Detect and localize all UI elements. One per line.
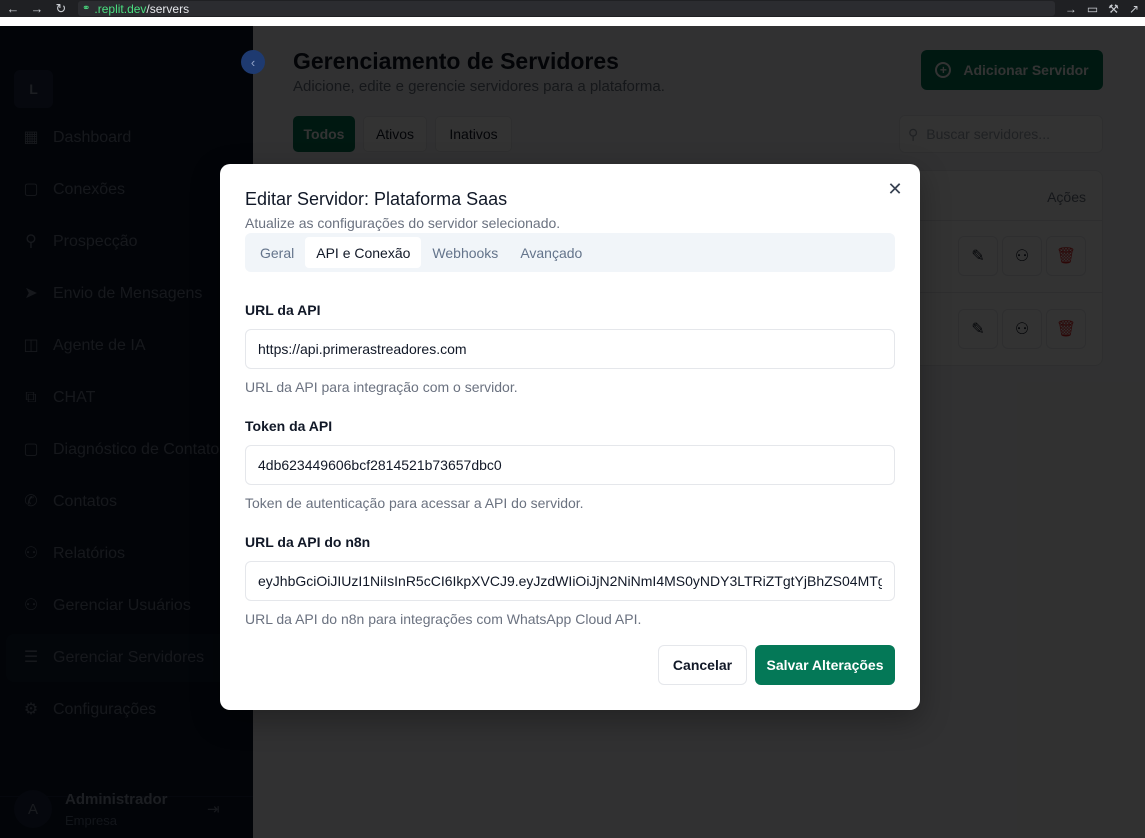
api-token-label: Token da API [245,418,333,434]
save-button[interactable]: Salvar Alterações [755,645,895,685]
n8n-url-input[interactable] [245,561,895,601]
sidebar-item-relatorios[interactable]: ⚇ Relatórios [6,530,253,578]
delete-button[interactable]: 🗑 [1046,309,1086,349]
url-domain: .replit.dev [94,1,147,16]
api-url-help: URL da API para integração com o servido… [245,379,518,395]
users-button[interactable]: ⚇ [1002,309,1042,349]
reload-icon[interactable]: ↻ [54,1,68,16]
api-token-input[interactable] [245,445,895,485]
sidebar: L ▦ Dashboard ▢ Conexões ⚲ Prospecção ➤ … [0,26,253,838]
dialog-title: Editar Servidor: Plataforma Saas [245,189,508,209]
delete-button[interactable]: 🗑 [1046,236,1086,276]
address-bar[interactable]: ⚭ .replit.dev/servers [78,1,1055,16]
tab-webhooks[interactable]: Webhooks [421,237,509,268]
sidebar-item-diagnostico-de-contatos[interactable]: ▢ Diagnóstico de Contatos [6,426,253,474]
page-title: Gerenciamento de Servidores [293,48,619,74]
sidebar-item-label: Relatórios [53,545,126,562]
n8n-url-help: URL da API do n8n para integrações com W… [245,611,642,627]
sidebar-item-chat[interactable]: ⧉ CHAT [6,374,253,422]
back-arrow-icon[interactable]: ← [6,1,20,16]
sidebar-item-gerenciar-servidores[interactable]: ☰ Gerenciar Servidores [6,634,253,682]
pencil-icon: ✎ [971,321,985,338]
wrench-icon[interactable]: ⚒ [1108,2,1119,16]
phone-icon: ✆ [24,493,38,510]
link-icon: ⚭ [82,3,91,14]
filter-todos[interactable]: Todos [293,116,355,152]
user-icon: ⚇ [23,597,39,614]
tab-geral[interactable]: Geral [249,237,305,268]
search-input[interactable]: ⚲ Buscar servidores... [899,115,1103,153]
add-server-label: Adicionar Servidor [963,62,1089,78]
logout-icon[interactable]: ⇥ [207,800,220,818]
api-token-help: Token de autenticação para acessar a API… [245,495,584,511]
sidebar-item-prospeccao[interactable]: ⚲ Prospecção [6,218,253,266]
chat-icon: ▢ [23,181,39,198]
plus-circle-icon: + [935,62,952,78]
sidebar-item-label: Envio de Mensagens [53,285,203,302]
forward-arrow-icon[interactable]: → [30,1,44,16]
sidebar-item-label: Prospecção [53,233,138,250]
send-icon: ➤ [24,285,38,302]
sidebar-item-label: Gerenciar Usuários [53,597,191,614]
user-role: Empresa [65,813,118,828]
tab-avancado[interactable]: Avançado [509,237,593,268]
search-icon: ⚲ [908,125,919,142]
dashboard-icon: ▦ [23,129,39,146]
sidebar-item-label: Dashboard [53,129,132,146]
trash-icon: 🗑 [1055,321,1077,338]
users-button[interactable]: ⚇ [1002,236,1042,276]
sidebar-item-conexoes[interactable]: ▢ Conexões [6,166,253,214]
gear-icon: ⚙ [23,701,39,718]
user-search-icon: ⚲ [25,233,37,250]
sidebar-item-dashboard[interactable]: ▦ Dashboard [6,114,253,162]
trash-icon: 🗑 [1055,248,1077,265]
sidebar-item-envio-de-mensagens[interactable]: ➤ Envio de Mensagens [6,270,253,318]
server-icon: ☰ [23,649,39,666]
sidebar-item-contatos[interactable]: ✆ Contatos [6,478,253,526]
cancel-button[interactable]: Cancelar [658,645,747,685]
sidebar-item-label: Conexões [53,181,126,198]
dialog-description: Atualize as configurações do servidor se… [245,215,561,231]
collapse-sidebar-button[interactable]: ‹ [241,50,265,74]
user-name: Administrador [65,791,168,808]
sidebar-item-label: Contatos [53,493,118,510]
page-subtitle: Adicione, edite e gerencie servidores pa… [293,78,665,95]
url-path: /servers [146,1,190,16]
edit-button[interactable]: ✎ [958,309,998,349]
bot-icon: ◫ [23,337,39,354]
pencil-icon: ✎ [971,248,985,265]
filter-inativos[interactable]: Inativos [435,116,512,152]
share-arrow-icon[interactable]: → [1065,2,1077,16]
tab-api-conexao[interactable]: API e Conexão [305,237,422,268]
sidebar-item-configuracoes[interactable]: ⚙ Configurações [6,686,253,734]
sidebar-item-label: Diagnóstico de Contatos [53,441,228,458]
edit-button[interactable]: ✎ [958,236,998,276]
sidebar-item-gerenciar-usuarios[interactable]: ⚇ Gerenciar Usuários [6,582,253,630]
users-icon: ⚇ [1014,321,1030,338]
browser-toolbar: ← → ↻ ⚭ .replit.dev/servers → ▭ ⚒ ↗ [0,0,1145,17]
monitor-icon[interactable]: ▭ [1087,2,1098,16]
sidebar-item-label: Agente de IA [53,337,146,354]
users-icon: ⚇ [1014,248,1030,265]
sidebar-item-agente-de-ia[interactable]: ◫ Agente de IA [6,322,253,370]
logo: L [14,70,53,108]
message-square-icon: ▢ [23,441,39,458]
filter-ativos[interactable]: Ativos [363,116,427,152]
table-header-actions: Ações [1047,189,1086,205]
close-icon[interactable]: ✕ [886,180,904,198]
search-placeholder: Buscar servidores... [926,126,1050,142]
api-url-input[interactable] [245,329,895,369]
users-icon: ⚇ [23,545,39,562]
edit-server-dialog: Editar Servidor: Plataforma Saas Atualiz… [220,164,920,710]
api-url-label: URL da API [245,302,321,318]
external-link-icon[interactable]: ↗ [1129,2,1139,16]
sidebar-item-label: Configurações [53,701,157,718]
add-server-button[interactable]: + Adicionar Servidor [921,50,1103,90]
n8n-url-label: URL da API do n8n [245,534,371,550]
messages-icon: ⧉ [25,389,37,406]
sidebar-item-label: Gerenciar Servidores [53,649,205,666]
tab-list: Geral API e Conexão Webhooks Avançado [245,233,895,272]
sidebar-item-label: CHAT [53,389,96,406]
avatar[interactable]: A [14,790,52,828]
